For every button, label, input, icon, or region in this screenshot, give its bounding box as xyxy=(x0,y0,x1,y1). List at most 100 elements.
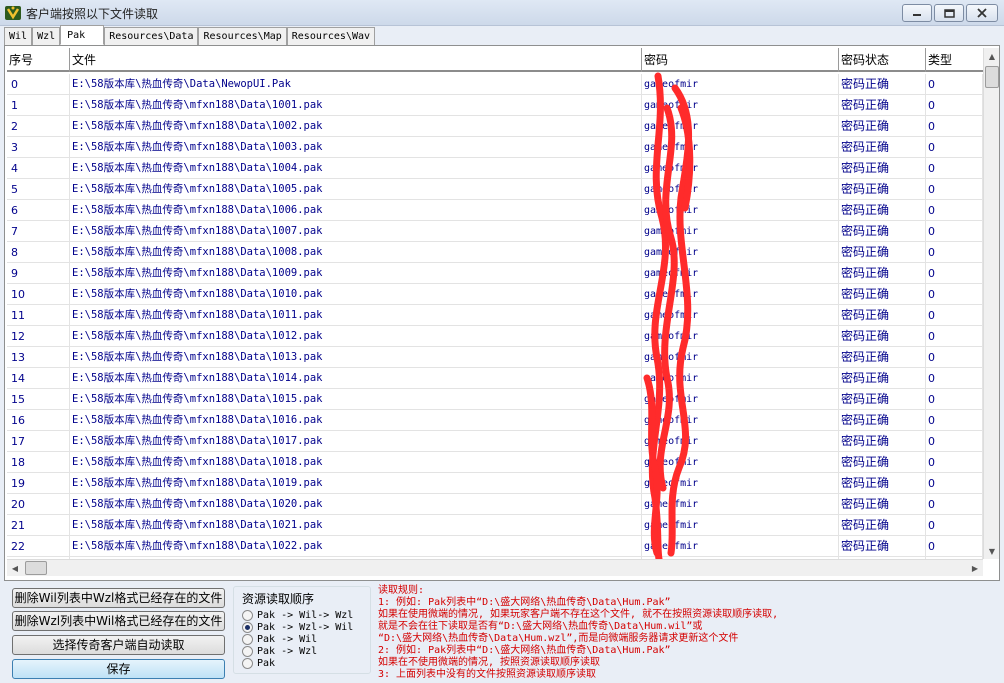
row-index-cell: 18 xyxy=(9,452,70,473)
horizontal-scrollbar[interactable]: ◀ ▶ xyxy=(7,559,983,576)
vertical-scrollbar[interactable]: ▲ ▼ xyxy=(983,48,999,559)
table-row[interactable]: 10 E:\58版本库\热血传奇\mfxn188\Data\1010.pak gam… xyxy=(7,284,983,305)
read-rules-text: 读取规则: 1: 例如: Pak列表中“D:\盛大网络\热血传奇\Data\Hu… xyxy=(378,585,988,681)
row-password-cell: gameofmir xyxy=(642,284,839,305)
row-type-cell: 0 xyxy=(926,368,983,389)
row-password-status-cell: 密码正确 xyxy=(839,116,926,137)
row-password-status-cell: 密码正确 xyxy=(839,473,926,494)
column-header-password[interactable]: 密码 xyxy=(642,48,839,72)
column-header-password-status[interactable]: 密码状态 xyxy=(839,48,926,72)
row-password-status-cell: 密码正确 xyxy=(839,137,926,158)
tab-resources-wav[interactable]: Resources\Wav xyxy=(286,27,376,45)
table-row[interactable]: 22 E:\58版本库\热血传奇\mfxn188\Data\1022.pak gam… xyxy=(7,536,983,557)
table-row[interactable]: 5 E:\58版本库\热血传奇\mfxn188\Data\1005.pak game… xyxy=(7,179,983,200)
row-password-status-cell: 密码正确 xyxy=(839,494,926,515)
rule-line: “D:\盛大网络\热血传奇\Data\Hum.wzl”,而是向微端服务器请求更新… xyxy=(378,633,739,644)
column-header-index[interactable]: 序号 xyxy=(7,48,70,72)
table-row[interactable]: 9 E:\58版本库\热血传奇\mfxn188\Data\1009.pak game… xyxy=(7,263,983,284)
row-type-cell: 0 xyxy=(926,74,983,95)
read-order-option-1[interactable]: Pak -> Wil-> Wzl xyxy=(242,609,353,621)
delete-wil-duplicates-button[interactable]: 删除Wil列表中Wzl格式已经存在的文件 xyxy=(12,588,225,608)
row-password-cell: gameofmir xyxy=(642,347,839,368)
row-type-cell: 0 xyxy=(926,116,983,137)
row-type-cell: 0 xyxy=(926,137,983,158)
read-order-option-3[interactable]: Pak -> Wil xyxy=(242,633,317,645)
row-index-cell: 11 xyxy=(9,305,70,326)
row-password-cell: gameofmir xyxy=(642,494,839,515)
radio-button[interactable] xyxy=(242,609,253,621)
tab-pak[interactable]: Pak xyxy=(60,25,105,45)
table-row[interactable]: 2 E:\58版本库\热血传奇\mfxn188\Data\1002.pak game… xyxy=(7,116,983,137)
read-order-option-2[interactable]: Pak -> Wzl-> Wil xyxy=(242,621,353,633)
row-index-cell: 3 xyxy=(9,137,70,158)
delete-wzl-duplicates-button[interactable]: 删除Wzl列表中Wil格式已经存在的文件 xyxy=(12,611,225,631)
row-password-cell: gameofmir xyxy=(642,116,839,137)
table-row[interactable]: 21 E:\58版本库\热血传奇\mfxn188\Data\1021.pak gam… xyxy=(7,515,983,536)
row-index-cell: 13 xyxy=(9,347,70,368)
minimize-button[interactable] xyxy=(902,4,932,22)
minimize-icon xyxy=(913,14,921,16)
read-order-option-4[interactable]: Pak -> Wzl xyxy=(242,645,317,657)
table-row[interactable]: 6 E:\58版本库\热血传奇\mfxn188\Data\1006.pak game… xyxy=(7,200,983,221)
close-icon xyxy=(977,8,987,18)
column-header-file[interactable]: 文件 xyxy=(70,48,642,72)
radio-button-selected[interactable] xyxy=(242,621,253,633)
table-row[interactable]: 19 E:\58版本库\热血传奇\mfxn188\Data\1019.pak gam… xyxy=(7,473,983,494)
row-password-status-cell: 密码正确 xyxy=(839,515,926,536)
row-password-status-cell: 密码正确 xyxy=(839,305,926,326)
radio-button[interactable] xyxy=(242,657,253,669)
tab-resources-data[interactable]: Resources\Data xyxy=(104,27,199,45)
table-row[interactable]: 3 E:\58版本库\热血传奇\mfxn188\Data\1003.pak game… xyxy=(7,137,983,158)
scroll-down-icon[interactable]: ▼ xyxy=(984,543,1000,559)
table-row[interactable]: 17 E:\58版本库\热血传奇\mfxn188\Data\1017.pak gam… xyxy=(7,431,983,452)
row-index-cell: 20 xyxy=(9,494,70,515)
row-password-status-cell: 密码正确 xyxy=(839,200,926,221)
table-row[interactable]: 16 E:\58版本库\热血传奇\mfxn188\Data\1016.pak gam… xyxy=(7,410,983,431)
scroll-left-icon[interactable]: ◀ xyxy=(7,560,23,576)
radio-button[interactable] xyxy=(242,645,253,657)
file-grid[interactable]: 序号 文件 密码 密码状态 类型 0 E:\58版本库\热血传奇\Data\New… xyxy=(7,48,983,559)
table-row[interactable]: 4 E:\58版本库\热血传奇\mfxn188\Data\1004.pak game… xyxy=(7,158,983,179)
table-row[interactable]: 15 E:\58版本库\热血传奇\mfxn188\Data\1015.pak gam… xyxy=(7,389,983,410)
vertical-scroll-thumb[interactable] xyxy=(985,66,999,88)
row-password-cell: gameofmir xyxy=(642,536,839,557)
maximize-button[interactable] xyxy=(934,4,964,22)
table-row[interactable]: 14 E:\58版本库\热血传奇\mfxn188\Data\1014.pak gam… xyxy=(7,368,983,389)
row-index-cell: 5 xyxy=(9,179,70,200)
save-button[interactable]: 保存 xyxy=(12,659,225,679)
row-type-cell: 0 xyxy=(926,95,983,116)
rule-line: 1: 例如: Pak列表中“D:\盛大网络\热血传奇\Data\Hum.Pak” xyxy=(378,597,671,608)
table-row[interactable]: 8 E:\58版本库\热血传奇\mfxn188\Data\1008.pak game… xyxy=(7,242,983,263)
table-row[interactable]: 1 E:\58版本库\热血传奇\mfxn188\Data\1001.pak game… xyxy=(7,95,983,116)
table-row[interactable]: 18 E:\58版本库\热血传奇\mfxn188\Data\1018.pak gam… xyxy=(7,452,983,473)
table-row[interactable]: 11 E:\58版本库\热血传奇\mfxn188\Data\1011.pak gam… xyxy=(7,305,983,326)
table-row[interactable]: 7 E:\58版本库\热血传奇\mfxn188\Data\1007.pak game… xyxy=(7,221,983,242)
table-row[interactable]: 13 E:\58版本库\热血传奇\mfxn188\Data\1013.pak gam… xyxy=(7,347,983,368)
table-row[interactable]: 12 E:\58版本库\热血传奇\mfxn188\Data\1012.pak gam… xyxy=(7,326,983,347)
row-password-cell: gameofmir xyxy=(642,410,839,431)
table-row[interactable]: 0 E:\58版本库\热血传奇\Data\NewopUI.Pak gameofmir… xyxy=(7,74,983,95)
tab-panel: 序号 文件 密码 密码状态 类型 0 E:\58版本库\热血传奇\Data\New… xyxy=(4,45,1000,581)
tab-resources-map[interactable]: Resources\Map xyxy=(198,27,287,45)
row-type-cell: 0 xyxy=(926,389,983,410)
tab-wil[interactable]: Wil xyxy=(4,27,33,45)
read-order-option-5[interactable]: Pak xyxy=(242,657,275,669)
row-password-cell: gameofmir xyxy=(642,95,839,116)
auto-read-client-button[interactable]: 选择传奇客户端自动读取 xyxy=(12,635,225,655)
row-file-cell: E:\58版本库\热血传奇\mfxn188\Data\1014.pak xyxy=(70,368,642,389)
close-button[interactable] xyxy=(966,4,998,22)
row-password-cell: gameofmir xyxy=(642,74,839,95)
tab-wzl[interactable]: Wzl xyxy=(32,27,61,45)
row-file-cell: E:\58版本库\热血传奇\mfxn188\Data\1005.pak xyxy=(70,179,642,200)
row-password-status-cell: 密码正确 xyxy=(839,263,926,284)
row-file-cell: E:\58版本库\热血传奇\mfxn188\Data\1002.pak xyxy=(70,116,642,137)
radio-button[interactable] xyxy=(242,633,253,645)
scroll-up-icon[interactable]: ▲ xyxy=(984,48,1000,64)
row-type-cell: 0 xyxy=(926,473,983,494)
row-password-cell: gameofmir xyxy=(642,263,839,284)
horizontal-scroll-thumb[interactable] xyxy=(25,561,47,575)
row-file-cell: E:\58版本库\热血传奇\mfxn188\Data\1013.pak xyxy=(70,347,642,368)
table-row[interactable]: 20 E:\58版本库\热血传奇\mfxn188\Data\1020.pak gam… xyxy=(7,494,983,515)
scroll-right-icon[interactable]: ▶ xyxy=(967,560,983,576)
column-header-type[interactable]: 类型 xyxy=(926,48,983,72)
